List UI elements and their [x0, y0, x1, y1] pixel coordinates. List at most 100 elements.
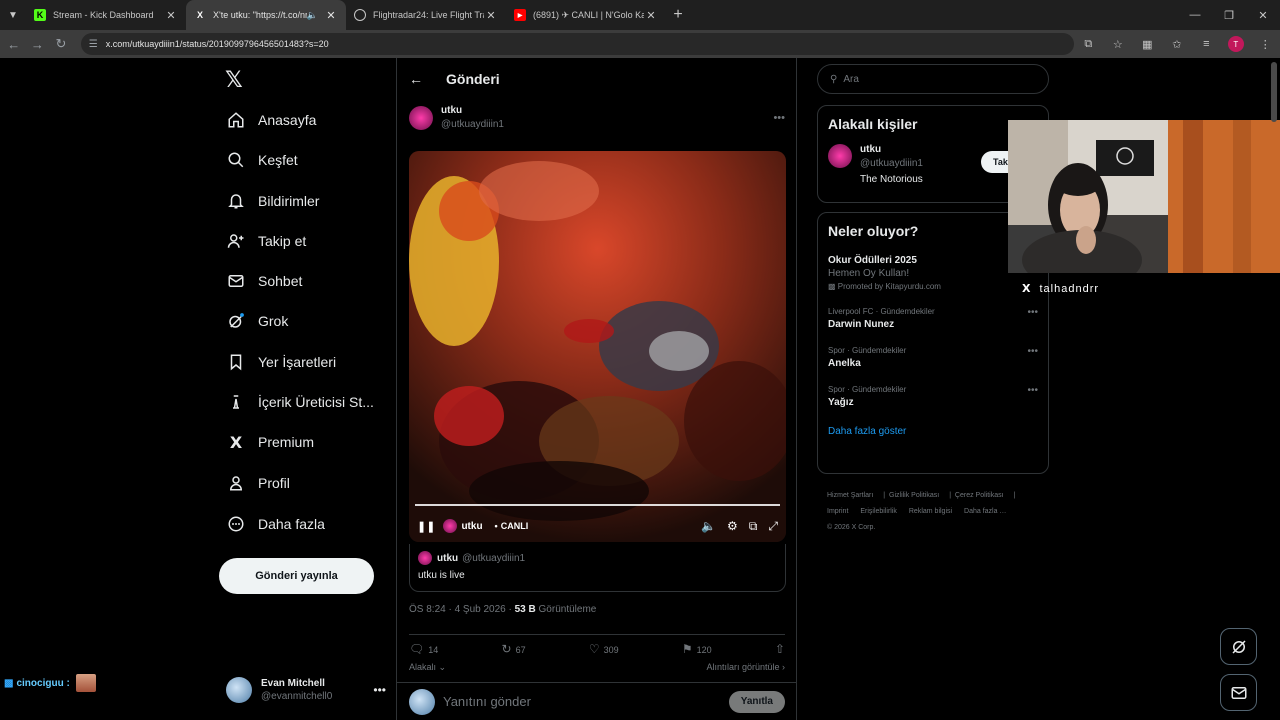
extensions-icon[interactable]: ▦ [1133, 30, 1162, 58]
more-dots-icon[interactable]: ••• [1027, 346, 1038, 357]
tab-title: Flightradar24: Live Flight Track… [373, 10, 484, 20]
like-action[interactable]: ♡ 309 [589, 642, 619, 656]
favorites-icon[interactable]: ✩ [1162, 30, 1191, 58]
menu-kebab-icon[interactable]: ⋮ [1251, 30, 1280, 58]
footer-link[interactable]: Erişilebilirlik [860, 508, 897, 515]
account-name: Evan Mitchell [261, 678, 325, 689]
post-actions: 🗨 14 ↻ 67 ♡ 309 ⚑ 120 ⇧ [409, 634, 785, 658]
bookmark-action[interactable]: ⚑ 120 [682, 642, 712, 656]
nav-item-bookmarks[interactable]: Yer İşaretleri [226, 347, 336, 377]
speaker-icon[interactable]: 🔈 [307, 10, 318, 21]
restore-icon[interactable]: ❐ [1212, 0, 1246, 30]
search-input[interactable]: ⚲ Ara [817, 64, 1049, 94]
more-dots-icon[interactable]: ••• [1027, 385, 1038, 396]
bookmark-star-icon[interactable]: ☆ [1103, 30, 1132, 58]
profile-button[interactable]: T [1221, 30, 1250, 58]
grok-floating-button[interactable] [1220, 628, 1257, 665]
back-arrow-icon[interactable]: ← [409, 71, 429, 87]
footer-link[interactable]: Daha fazla … [964, 508, 1006, 515]
tab-close-icon[interactable]: ✕ [484, 9, 498, 22]
view-quotes-link[interactable]: Alıntıları görüntüle › [706, 662, 785, 673]
author-name[interactable]: utku [441, 105, 504, 116]
more-dots-icon[interactable]: ••• [373, 683, 386, 697]
trend-category: Spor · Gündemdekiler [828, 346, 907, 355]
video-player[interactable]: ❚❚ utku CANLI 🔈 ⚙ ⧉ ⤢ [409, 151, 786, 542]
chat-overlay-message: ▩ cinociguu : [4, 674, 96, 692]
tab-x-post[interactable]: X X'te utku: "https://t.co/nrff… 🔈 ✕ [186, 0, 346, 30]
avatar [443, 519, 458, 533]
tab-close-icon[interactable]: ✕ [644, 9, 658, 22]
scrollbar[interactable] [1271, 62, 1277, 122]
mail-icon [1231, 686, 1246, 699]
forward-arrow-icon[interactable]: → [26, 30, 50, 58]
reply-button[interactable]: Yanıtla [728, 690, 785, 713]
tab-youtube[interactable]: ▶ (6891) ✈ CANLI | N'Golo Kanté… ✕ [506, 0, 666, 30]
nav-item-explore[interactable]: Keşfet [226, 145, 298, 175]
tab-flightradar[interactable]: Flightradar24: Live Flight Track… ✕ [346, 0, 506, 30]
post-timestamp[interactable]: ÖS 8:24 · 4 Şub 2026 · [409, 604, 512, 615]
more-dots-icon[interactable]: ••• [1027, 307, 1038, 318]
trend-item[interactable]: Liverpool FC · Gündemdekiler Darwin Nune… [818, 307, 1048, 330]
nav-item-profile[interactable]: Profil [226, 468, 290, 498]
account-switcher[interactable]: Evan Mitchell @evanmitchell0 ••• [226, 672, 386, 708]
reading-list-icon[interactable]: ≡ [1192, 30, 1221, 58]
grok-icon [226, 312, 246, 330]
footer-link[interactable]: Imprint [827, 508, 848, 515]
back-arrow-icon[interactable]: ← [2, 30, 26, 58]
nav-item-label: Takip et [258, 233, 307, 249]
trend-item[interactable]: Spor · Gündemdekiler Anelka ••• [818, 346, 1048, 369]
live-badge: CANLI [495, 521, 529, 531]
nav-item-creator-studio[interactable]: İçerik Üreticisi St... [226, 387, 374, 417]
site-info-icon[interactable]: ☰ [89, 39, 98, 50]
nav-item-grok[interactable]: Grok [226, 306, 288, 336]
fullscreen-icon[interactable]: ⤢ [768, 519, 778, 534]
repost-action[interactable]: ↻ 67 [502, 642, 526, 656]
share-icon[interactable]: ⇧ [775, 642, 785, 656]
main-column: ← Gönderi utku @utkuaydiiin1 ••• ❚❚ utku… [396, 58, 797, 720]
tab-search-dropdown[interactable]: ▼ [0, 0, 26, 30]
trend-name: Okur Ödülleri 2025 [828, 255, 917, 266]
close-window-icon[interactable]: ✕ [1246, 0, 1280, 30]
nav-item-more[interactable]: Daha fazla [226, 509, 325, 539]
tab-close-icon[interactable]: ✕ [324, 9, 338, 22]
tab-kick[interactable]: K Stream - Kick Dashboard ✕ [26, 0, 186, 30]
page-title: Gönderi [446, 71, 500, 87]
search-placeholder: Ara [843, 73, 859, 85]
footer-link[interactable]: Hizmet Şartları [827, 492, 873, 499]
pip-icon[interactable]: ⧉ [749, 519, 758, 534]
search-icon: ⚲ [830, 73, 838, 85]
avatar[interactable] [409, 105, 433, 130]
related-dropdown[interactable]: Alakalı ⌄ [409, 662, 446, 673]
settings-gear-icon[interactable]: ⚙ [727, 519, 738, 534]
post-button[interactable]: Gönderi yayınla [219, 558, 374, 594]
reload-icon[interactable]: ↻ [49, 30, 73, 58]
nav-item-chat[interactable]: Sohbet [226, 266, 302, 296]
show-more-link[interactable]: Daha fazla göster [818, 426, 1048, 437]
footer-link[interactable]: Reklam bilgisi [909, 508, 952, 515]
trend-item[interactable]: Spor · Gündemdekiler Yağız ••• [818, 385, 1048, 408]
related-label: Alakalı [409, 662, 437, 672]
url-text: x.com/utkuaydiiin1/status/20190997964565… [105, 39, 329, 49]
nav-item-premium[interactable]: X Premium [226, 427, 314, 457]
tab-close-icon[interactable]: ✕ [164, 9, 178, 22]
footer-link[interactable]: Gizlilik Politikası [889, 492, 939, 499]
address-bar[interactable]: ☰ x.com/utkuaydiiin1/status/201909979645… [80, 33, 1074, 55]
quoted-post[interactable]: utku @utkuaydiiin1 utku is live [409, 544, 786, 592]
footer-link[interactable]: Çerez Politikası [955, 492, 1004, 499]
reply-action[interactable]: 🗨 14 [409, 642, 438, 656]
pause-icon[interactable]: ❚❚ [417, 520, 435, 533]
nav-item-follow[interactable]: Takip et [226, 226, 306, 256]
reply-input[interactable]: Yanıtını gönder [443, 694, 531, 709]
minimize-icon[interactable]: — [1178, 0, 1212, 30]
messages-floating-button[interactable] [1220, 674, 1257, 711]
volume-icon[interactable]: 🔈 [701, 519, 716, 534]
x-logo-icon[interactable]: 𝕏 [225, 68, 243, 93]
author-handle[interactable]: @utkuaydiiin1 [441, 119, 504, 130]
video-progress-bar[interactable] [415, 504, 780, 506]
nav-item-notifications[interactable]: Bildirimler [226, 186, 319, 216]
tab-title: Stream - Kick Dashboard [53, 10, 154, 20]
new-tab-button[interactable]: + [666, 6, 690, 24]
nav-item-home[interactable]: Anasayfa [226, 105, 316, 135]
more-dots-icon[interactable]: ••• [773, 112, 785, 124]
install-app-icon[interactable]: ⧉ [1074, 30, 1103, 58]
